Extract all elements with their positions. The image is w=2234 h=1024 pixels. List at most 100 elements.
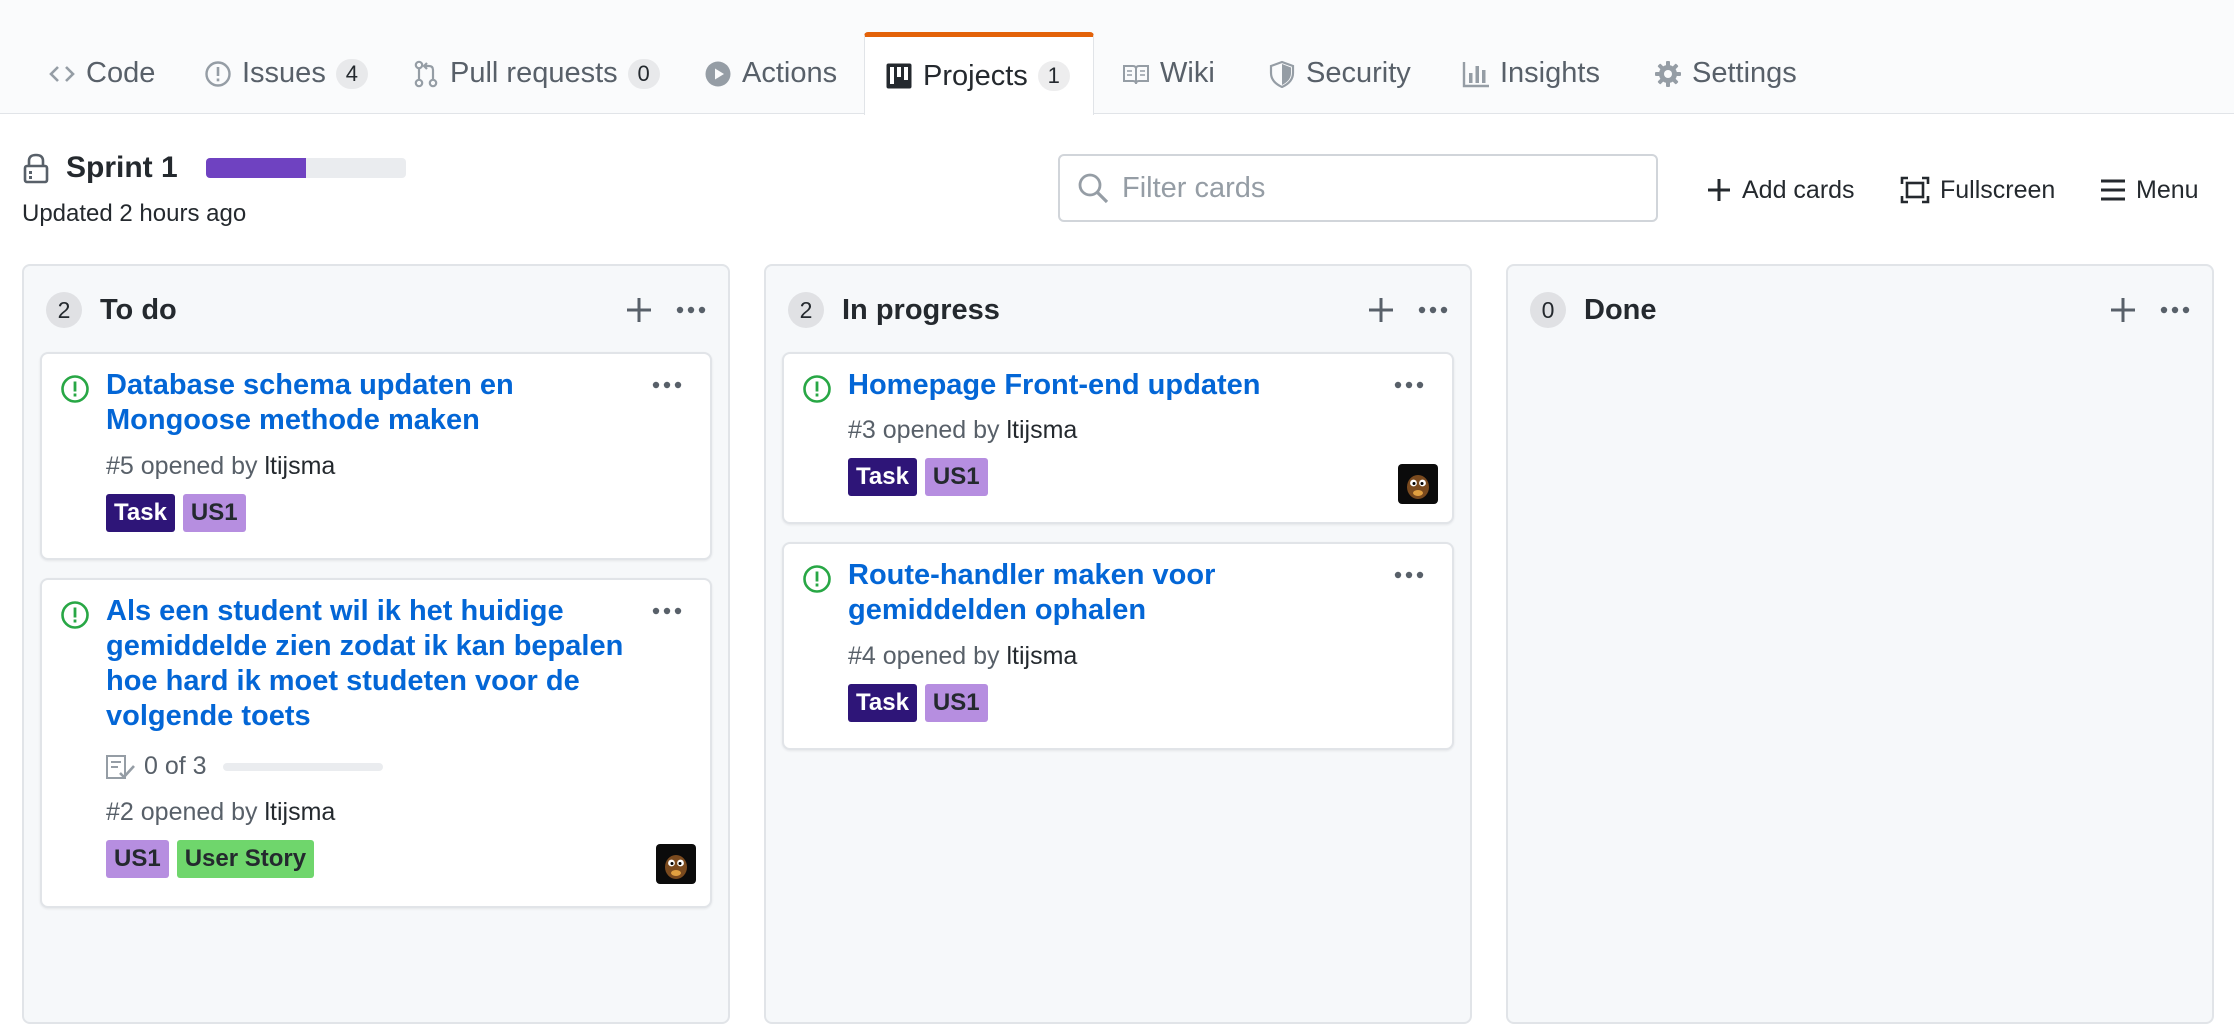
author-link[interactable]: ltijsma [1007,642,1078,670]
open-issue-icon [61,375,89,403]
column-menu-dots-icon[interactable] [1418,305,1448,315]
column-menu-dots-icon[interactable] [676,305,706,315]
pull-request-icon [412,60,440,88]
tab-label: Pull requests [450,57,618,89]
hamburger-icon [2101,179,2125,201]
issue-number[interactable]: #3 [848,416,876,444]
project-icon [885,62,913,90]
tab-security[interactable]: Security [1248,32,1431,115]
issue-card[interactable]: Homepage Front-end updaten #3 opened by … [782,352,1454,524]
filter-cards-field[interactable] [1058,154,1658,222]
tab-settings[interactable]: Settings [1634,32,1817,115]
label-us1[interactable]: US1 [924,684,988,722]
card-meta: #2 opened by ltijsma [106,798,335,827]
column-done: 0 Done [1506,264,2214,1024]
column-header: 0 Done [1530,290,2190,330]
tab-label: Settings [1692,57,1797,89]
project-progress-bar [205,158,406,178]
repo-nav: Code Issues 4 Pull requests 0 Actions Pr… [0,0,2234,115]
play-icon [704,60,732,88]
issue-card[interactable]: Database schema updaten en Mongoose meth… [40,352,712,560]
label-task[interactable]: Task [106,494,175,532]
menu-label: Menu [2136,175,2199,204]
tab-label: Projects [923,59,1028,92]
label-task[interactable]: Task [848,458,917,496]
tab-code[interactable]: Code [28,32,175,115]
tab-counter: 4 [335,58,368,89]
issue-card[interactable]: Als een student wil ik het huidige gemid… [40,578,712,908]
project-progress-fill [205,158,306,178]
search-icon [1078,173,1109,204]
tab-wiki[interactable]: Wiki [1102,32,1235,115]
add-card-plus-icon[interactable] [624,295,654,325]
card-title-link[interactable]: Database schema updaten en Mongoose meth… [106,368,626,438]
tab-label: Security [1306,57,1411,89]
column-menu-dots-icon[interactable] [2160,305,2190,315]
author-link[interactable]: ltijsma [265,452,336,480]
task-progress-bar [222,762,383,771]
fullscreen-label: Fullscreen [1940,175,2056,204]
filter-cards-input[interactable] [1122,171,1622,205]
graph-icon [1462,60,1490,88]
card-title-link[interactable]: Homepage Front-end updaten [848,368,1368,403]
tab-actions[interactable]: Actions [684,32,857,115]
author-link[interactable]: ltijsma [1007,416,1078,444]
label-user-story[interactable]: User Story [176,840,315,878]
tab-label: Insights [1500,57,1600,89]
issue-card[interactable]: Route-handler maken voor gemiddelden oph… [782,542,1454,750]
card-menu-dots-icon[interactable] [652,606,682,616]
task-progress: 0 of 3 [106,752,383,781]
column-title: Done [1584,293,1657,326]
label-task[interactable]: Task [848,684,917,722]
book-icon [1122,60,1150,88]
shield-icon [1268,60,1296,88]
lock-icon [23,153,49,184]
tab-projects[interactable]: Projects 1 [864,32,1094,115]
card-menu-dots-icon[interactable] [1394,570,1424,580]
tab-counter: 1 [1037,61,1070,91]
tab-issues[interactable]: Issues 4 [184,32,388,115]
issue-number[interactable]: #5 [106,452,134,480]
assignee-avatar[interactable] [656,844,696,884]
column-to-do: 2 To do Database schema updaten en Mongo… [22,264,730,1024]
open-issue-icon [803,565,831,593]
opened-by-text: opened by [140,452,258,480]
gear-icon [1654,60,1682,88]
tab-pull-requests[interactable]: Pull requests 0 [392,32,680,115]
tab-counter: 0 [627,58,660,89]
assignee-avatar[interactable] [1398,464,1438,504]
card-labels: US1 User Story [106,840,322,878]
label-us1[interactable]: US1 [924,458,988,496]
fullscreen-button[interactable]: Fullscreen [1900,172,2055,208]
card-menu-dots-icon[interactable] [652,380,682,390]
column-card-count: 0 [1530,292,1566,328]
card-title-link[interactable]: Route-handler maken voor gemiddelden oph… [848,558,1368,628]
label-us1[interactable]: US1 [182,494,246,532]
add-card-plus-icon[interactable] [1366,295,1396,325]
card-title-link[interactable]: Als een student wil ik het huidige gemid… [106,594,626,734]
project-updated-text: Updated 2 hours ago [22,200,247,227]
menu-button[interactable]: Menu [2100,172,2199,208]
code-icon [48,60,76,88]
card-labels: Task US1 [106,494,254,532]
card-labels: Task US1 [848,458,996,496]
issue-number[interactable]: #4 [848,642,876,670]
card-menu-dots-icon[interactable] [1394,380,1424,390]
label-us1[interactable]: US1 [106,840,169,878]
issue-number[interactable]: #2 [106,798,134,826]
card-meta: #5 opened by ltijsma [106,452,335,481]
opened-by-text: opened by [140,798,258,826]
column-title: In progress [842,293,1000,326]
tab-label: Actions [742,57,838,89]
column-header: 2 To do [46,290,706,330]
column-header: 2 In progress [788,290,1448,330]
add-cards-button[interactable]: Add cards [1706,172,1855,208]
author-link[interactable]: ltijsma [265,798,336,826]
open-issue-icon [803,375,831,403]
add-card-plus-icon[interactable] [2108,295,2138,325]
card-meta: #3 opened by ltijsma [848,416,1077,445]
opened-by-text: opened by [882,416,1000,444]
card-meta: #4 opened by ltijsma [848,642,1077,671]
column-card-count: 2 [788,292,824,328]
tab-insights[interactable]: Insights [1442,32,1620,115]
